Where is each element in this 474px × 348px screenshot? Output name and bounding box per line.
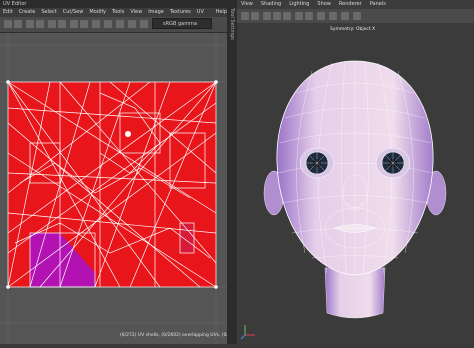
tool-settings-strip[interactable] — [227, 0, 237, 344]
vp-menu-renderer[interactable]: Renderer — [339, 0, 362, 9]
camera-icon[interactable] — [241, 12, 249, 20]
neck-mesh — [324, 267, 386, 319]
viewport-menubar: View Shading Lighting Show Renderer Pane… — [237, 0, 474, 9]
menu-textures[interactable]: Textures — [170, 8, 191, 17]
shadows-icon[interactable] — [317, 12, 325, 20]
menu-edit[interactable]: Edit — [3, 8, 13, 17]
menu-help[interactable]: Help — [216, 8, 227, 17]
snapshot-icon[interactable] — [104, 20, 112, 28]
move-tool-icon[interactable] — [14, 20, 22, 28]
grid-icon[interactable] — [26, 20, 34, 28]
head-model — [240, 60, 447, 340]
color-management-icon[interactable] — [140, 20, 148, 28]
vp-menu-view[interactable]: View — [241, 0, 253, 9]
wireframe-icon[interactable] — [273, 12, 281, 20]
checker-icon[interactable] — [48, 20, 56, 28]
image-icon[interactable] — [70, 20, 78, 28]
menu-create[interactable]: Create — [19, 8, 36, 17]
vp-menu-panels[interactable]: Panels — [370, 0, 386, 9]
uv-menubar: Edit Create Select Cut/Sew Modify Tools … — [0, 8, 227, 24]
uv-editor-title: UV Editor — [0, 0, 227, 8]
grid-toggle-icon[interactable] — [263, 12, 271, 20]
left-eye — [299, 147, 335, 179]
right-eye — [375, 147, 411, 179]
filter-icon[interactable] — [92, 20, 100, 28]
vp-menu-shading[interactable]: Shading — [261, 0, 281, 9]
uv-viewport[interactable] — [0, 33, 227, 344]
vp-menu-show[interactable]: Show — [317, 0, 331, 9]
viewport-toolbar — [237, 9, 474, 24]
shaded-uv-icon[interactable] — [36, 20, 44, 28]
menu-modify[interactable]: Modify — [89, 8, 106, 17]
dim-image-icon[interactable] — [80, 20, 88, 28]
distortion-icon[interactable] — [58, 20, 66, 28]
menu-cut-sew[interactable]: Cut/Sew — [63, 8, 84, 17]
menu-tools[interactable]: Tools — [112, 8, 124, 17]
menu-uv-sets[interactable]: UV Sets — [197, 8, 210, 24]
axis-gizmo-icon — [240, 325, 255, 340]
perspective-viewport[interactable] — [237, 23, 474, 344]
uv-canvas — [0, 33, 227, 344]
lights-icon[interactable] — [305, 12, 313, 20]
isolate-icon[interactable] — [341, 12, 349, 20]
textured-icon[interactable] — [295, 12, 303, 20]
resolution-gate-icon[interactable] — [353, 12, 361, 20]
uv-pivot — [125, 131, 131, 137]
tool-settings-label: Tool Settings — [229, 8, 235, 40]
symmetry-label: Symmetry: Object X — [330, 27, 376, 32]
xray-icon[interactable] — [329, 12, 337, 20]
lock-camera-icon[interactable] — [251, 12, 259, 20]
uv-shell-small — [180, 223, 194, 253]
exposure-icon[interactable] — [116, 20, 124, 28]
menu-select[interactable]: Select — [41, 8, 56, 17]
gamma-icon[interactable] — [128, 20, 136, 28]
smooth-shade-icon[interactable] — [283, 12, 291, 20]
menu-image[interactable]: Image — [148, 8, 164, 17]
vp-menu-lighting[interactable]: Lighting — [289, 0, 309, 9]
menu-view[interactable]: View — [130, 8, 142, 17]
color-space-dropdown[interactable]: sRGB gamma — [152, 18, 212, 29]
select-tool-icon[interactable] — [4, 20, 12, 28]
